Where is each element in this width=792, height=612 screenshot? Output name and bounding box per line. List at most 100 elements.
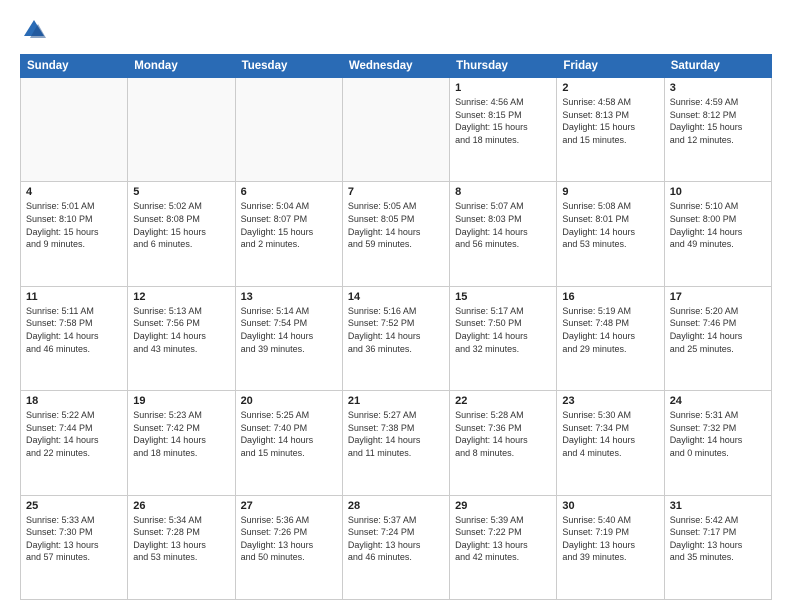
weekday-header-row: SundayMondayTuesdayWednesdayThursdayFrid… <box>21 55 772 78</box>
day-info: Sunrise: 5:23 AMSunset: 7:42 PMDaylight:… <box>133 409 229 459</box>
weekday-monday: Monday <box>128 55 235 78</box>
day-number: 20 <box>241 395 337 407</box>
day-info: Sunrise: 5:01 AMSunset: 8:10 PMDaylight:… <box>26 200 122 250</box>
day-info: Sunrise: 5:22 AMSunset: 7:44 PMDaylight:… <box>26 409 122 459</box>
calendar-cell <box>21 78 128 182</box>
calendar-cell: 6 Sunrise: 5:04 AMSunset: 8:07 PMDaylight… <box>235 182 342 286</box>
day-number: 13 <box>241 291 337 303</box>
day-number: 17 <box>670 291 766 303</box>
day-info: Sunrise: 5:02 AMSunset: 8:08 PMDaylight:… <box>133 200 229 250</box>
calendar-cell: 13 Sunrise: 5:14 AMSunset: 7:54 PMDayligh… <box>235 286 342 390</box>
calendar-cell: 18Sunrise: 5:22 AMSunset: 7:44 PMDayligh… <box>21 391 128 495</box>
calendar-cell: 30Sunrise: 5:40 AMSunset: 7:19 PMDayligh… <box>557 495 664 599</box>
day-number: 9 <box>562 186 658 198</box>
day-info: Sunrise: 5:07 AMSunset: 8:03 PMDaylight:… <box>455 200 551 250</box>
day-number: 19 <box>133 395 229 407</box>
calendar-cell: 3Sunrise: 4:59 AMSunset: 8:12 PMDaylight… <box>664 78 771 182</box>
calendar-cell: 5 Sunrise: 5:02 AMSunset: 8:08 PMDaylight… <box>128 182 235 286</box>
weekday-friday: Friday <box>557 55 664 78</box>
calendar-cell: 23Sunrise: 5:30 AMSunset: 7:34 PMDayligh… <box>557 391 664 495</box>
day-info: Sunrise: 5:37 AMSunset: 7:24 PMDaylight:… <box>348 514 444 564</box>
logo-icon <box>20 16 48 44</box>
calendar-cell: 20 Sunrise: 5:25 AMSunset: 7:40 PMDayligh… <box>235 391 342 495</box>
week-row-1: 1Sunrise: 4:56 AMSunset: 8:15 PMDaylight… <box>21 78 772 182</box>
weekday-sunday: Sunday <box>21 55 128 78</box>
weekday-saturday: Saturday <box>664 55 771 78</box>
weekday-tuesday: Tuesday <box>235 55 342 78</box>
day-number: 23 <box>562 395 658 407</box>
day-info: Sunrise: 5:19 AMSunset: 7:48 PMDaylight:… <box>562 305 658 355</box>
day-info: Sunrise: 5:25 AMSunset: 7:40 PMDaylight:… <box>241 409 337 459</box>
day-info: Sunrise: 5:11 AMSunset: 7:58 PMDaylight:… <box>26 305 122 355</box>
day-number: 11 <box>26 291 122 303</box>
calendar-cell: 10 Sunrise: 5:10 AMSunset: 8:00 PMDayligh… <box>664 182 771 286</box>
day-info: Sunrise: 5:13 AMSunset: 7:56 PMDaylight:… <box>133 305 229 355</box>
week-row-4: 18Sunrise: 5:22 AMSunset: 7:44 PMDayligh… <box>21 391 772 495</box>
day-info: Sunrise: 5:08 AMSunset: 8:01 PMDaylight:… <box>562 200 658 250</box>
calendar-cell: 9 Sunrise: 5:08 AMSunset: 8:01 PMDaylight… <box>557 182 664 286</box>
day-info: Sunrise: 5:04 AMSunset: 8:07 PMDaylight:… <box>241 200 337 250</box>
day-info: Sunrise: 5:36 AMSunset: 7:26 PMDaylight:… <box>241 514 337 564</box>
day-number: 14 <box>348 291 444 303</box>
day-number: 27 <box>241 500 337 512</box>
day-number: 7 <box>348 186 444 198</box>
day-number: 24 <box>670 395 766 407</box>
day-number: 4 <box>26 186 122 198</box>
weekday-thursday: Thursday <box>450 55 557 78</box>
page: SundayMondayTuesdayWednesdayThursdayFrid… <box>0 0 792 612</box>
day-info: Sunrise: 5:28 AMSunset: 7:36 PMDaylight:… <box>455 409 551 459</box>
day-number: 25 <box>26 500 122 512</box>
calendar-table: SundayMondayTuesdayWednesdayThursdayFrid… <box>20 54 772 600</box>
day-number: 12 <box>133 291 229 303</box>
calendar-cell: 17 Sunrise: 5:20 AMSunset: 7:46 PMDayligh… <box>664 286 771 390</box>
day-info: Sunrise: 5:17 AMSunset: 7:50 PMDaylight:… <box>455 305 551 355</box>
calendar-cell: 24 Sunrise: 5:31 AMSunset: 7:32 PMDayligh… <box>664 391 771 495</box>
calendar-cell: 11 Sunrise: 5:11 AMSunset: 7:58 PMDayligh… <box>21 286 128 390</box>
day-number: 22 <box>455 395 551 407</box>
day-info: Sunrise: 5:39 AMSunset: 7:22 PMDaylight:… <box>455 514 551 564</box>
day-info: Sunrise: 5:40 AMSunset: 7:19 PMDaylight:… <box>562 514 658 564</box>
day-number: 21 <box>348 395 444 407</box>
day-info: Sunrise: 5:20 AMSunset: 7:46 PMDaylight:… <box>670 305 766 355</box>
calendar-cell: 8 Sunrise: 5:07 AMSunset: 8:03 PMDaylight… <box>450 182 557 286</box>
day-number: 26 <box>133 500 229 512</box>
day-number: 8 <box>455 186 551 198</box>
day-info: Sunrise: 5:10 AMSunset: 8:00 PMDaylight:… <box>670 200 766 250</box>
day-info: Sunrise: 5:33 AMSunset: 7:30 PMDaylight:… <box>26 514 122 564</box>
day-number: 2 <box>562 82 658 94</box>
calendar-cell <box>342 78 449 182</box>
calendar-cell <box>235 78 342 182</box>
day-info: Sunrise: 5:34 AMSunset: 7:28 PMDaylight:… <box>133 514 229 564</box>
day-number: 5 <box>133 186 229 198</box>
calendar-cell: 28Sunrise: 5:37 AMSunset: 7:24 PMDayligh… <box>342 495 449 599</box>
day-number: 10 <box>670 186 766 198</box>
calendar-cell: 12 Sunrise: 5:13 AMSunset: 7:56 PMDayligh… <box>128 286 235 390</box>
day-info: Sunrise: 5:05 AMSunset: 8:05 PMDaylight:… <box>348 200 444 250</box>
calendar-cell <box>128 78 235 182</box>
week-row-2: 4 Sunrise: 5:01 AMSunset: 8:10 PMDaylight… <box>21 182 772 286</box>
week-row-3: 11 Sunrise: 5:11 AMSunset: 7:58 PMDayligh… <box>21 286 772 390</box>
calendar-cell: 16 Sunrise: 5:19 AMSunset: 7:48 PMDayligh… <box>557 286 664 390</box>
day-info: Sunrise: 5:14 AMSunset: 7:54 PMDaylight:… <box>241 305 337 355</box>
calendar-cell: 27 Sunrise: 5:36 AMSunset: 7:26 PMDayligh… <box>235 495 342 599</box>
day-info: Sunrise: 5:31 AMSunset: 7:32 PMDaylight:… <box>670 409 766 459</box>
calendar-cell: 1Sunrise: 4:56 AMSunset: 8:15 PMDaylight… <box>450 78 557 182</box>
logo <box>20 16 52 44</box>
day-number: 16 <box>562 291 658 303</box>
day-number: 1 <box>455 82 551 94</box>
day-info: Sunrise: 5:16 AMSunset: 7:52 PMDaylight:… <box>348 305 444 355</box>
calendar-cell: 21 Sunrise: 5:27 AMSunset: 7:38 PMDayligh… <box>342 391 449 495</box>
day-info: Sunrise: 4:59 AMSunset: 8:12 PMDaylight:… <box>670 96 766 146</box>
weekday-wednesday: Wednesday <box>342 55 449 78</box>
calendar-cell: 25 Sunrise: 5:33 AMSunset: 7:30 PMDayligh… <box>21 495 128 599</box>
calendar-cell: 4 Sunrise: 5:01 AMSunset: 8:10 PMDaylight… <box>21 182 128 286</box>
calendar-cell: 15 Sunrise: 5:17 AMSunset: 7:50 PMDayligh… <box>450 286 557 390</box>
day-info: Sunrise: 5:42 AMSunset: 7:17 PMDaylight:… <box>670 514 766 564</box>
calendar-cell: 7 Sunrise: 5:05 AMSunset: 8:05 PMDaylight… <box>342 182 449 286</box>
day-info: Sunrise: 4:58 AMSunset: 8:13 PMDaylight:… <box>562 96 658 146</box>
day-number: 29 <box>455 500 551 512</box>
day-number: 6 <box>241 186 337 198</box>
day-info: Sunrise: 5:27 AMSunset: 7:38 PMDaylight:… <box>348 409 444 459</box>
day-number: 15 <box>455 291 551 303</box>
calendar-cell: 2 Sunrise: 4:58 AMSunset: 8:13 PMDaylight… <box>557 78 664 182</box>
